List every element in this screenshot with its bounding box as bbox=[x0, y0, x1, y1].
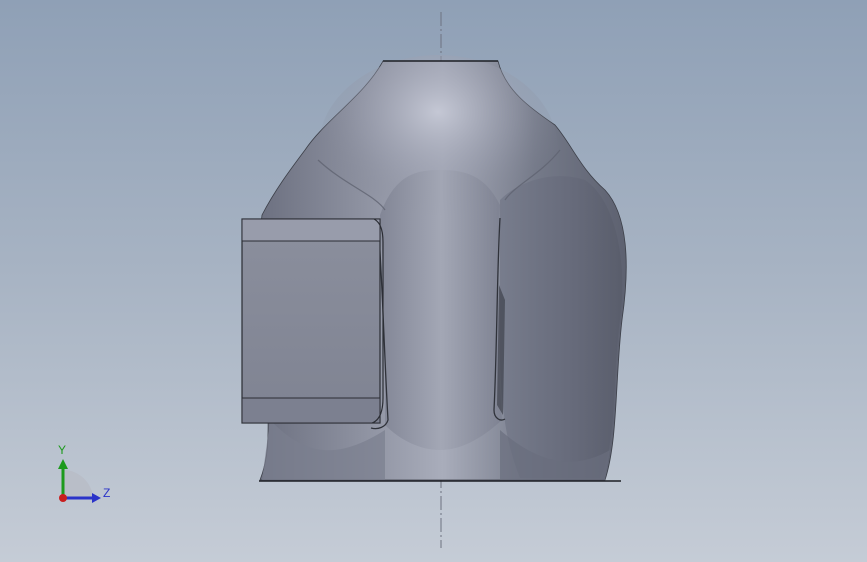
triad-z-arrow bbox=[92, 493, 101, 503]
side-box[interactable] bbox=[241, 218, 384, 424]
triad-base-quadrant bbox=[63, 469, 93, 498]
center-column bbox=[380, 170, 502, 450]
orientation-triad[interactable] bbox=[58, 459, 101, 503]
graphics-viewport[interactable]: Y Z bbox=[0, 0, 867, 562]
triad-origin bbox=[59, 494, 67, 502]
triad-z-label: Z bbox=[103, 486, 111, 500]
triad-y-label: Y bbox=[58, 443, 67, 457]
right-lobe-surface bbox=[499, 176, 623, 478]
model-scene[interactable] bbox=[0, 0, 867, 562]
triad-y-arrow bbox=[58, 459, 68, 469]
